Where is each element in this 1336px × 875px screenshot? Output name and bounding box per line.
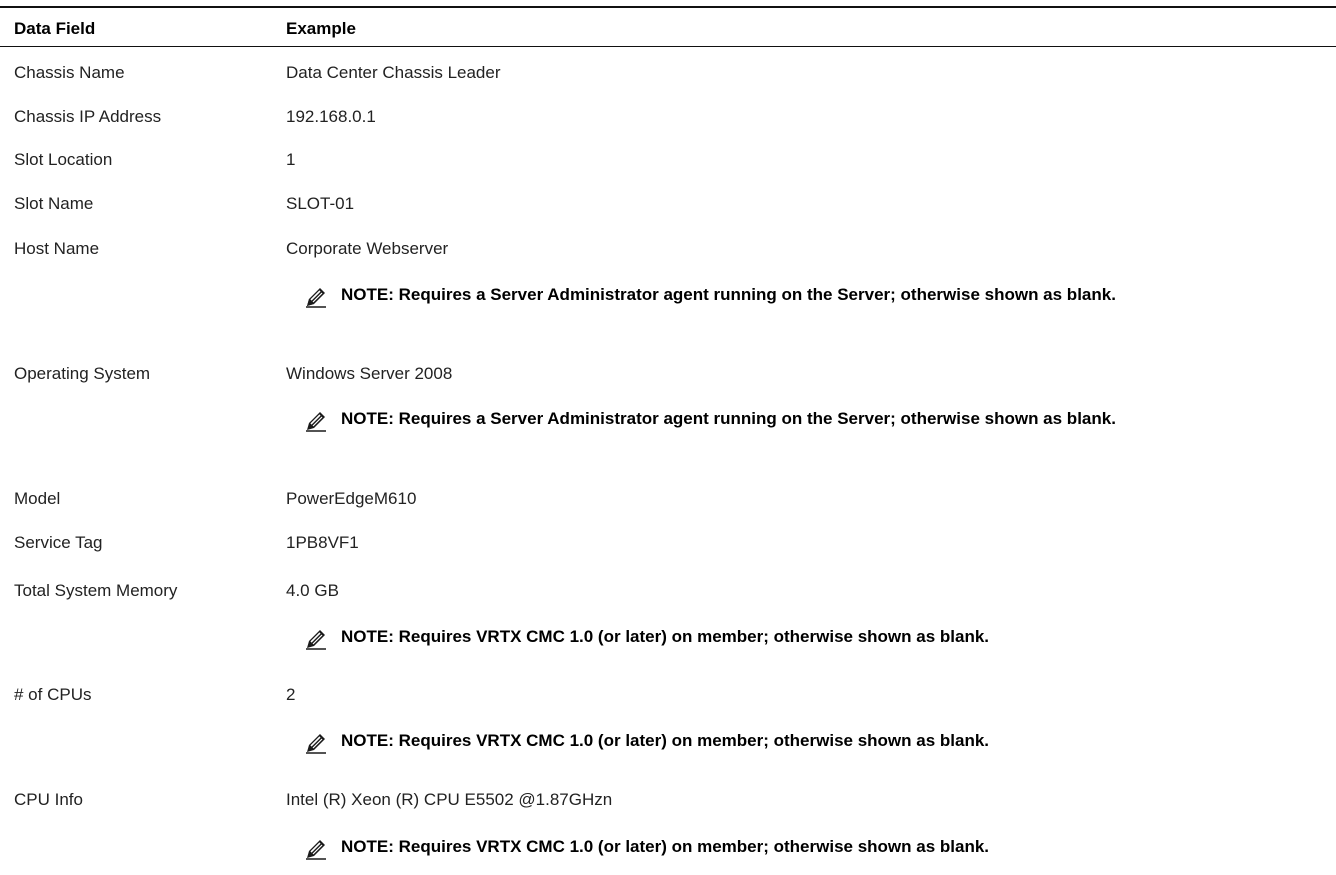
pencil-note-icon xyxy=(306,630,326,650)
field-slot-location: Slot Location xyxy=(14,150,113,169)
field-cpu-info: CPU Info xyxy=(14,790,83,809)
field-total-system-memory: Total System Memory xyxy=(14,581,178,600)
note-text-total-system-memory: NOTE: Requires VRTX CMC 1.0 (or later) o… xyxy=(341,627,990,646)
note-text-num-cpus: NOTE: Requires VRTX CMC 1.0 (or later) o… xyxy=(341,731,990,750)
note-text-cpu-info: NOTE: Requires VRTX CMC 1.0 (or later) o… xyxy=(341,837,990,856)
value-cpu-info: Intel (R) Xeon (R) CPU E5502 @1.87GHzn xyxy=(286,790,613,809)
table-top-rule xyxy=(0,6,1336,8)
field-service-tag: Service Tag xyxy=(14,533,103,552)
value-chassis-ip: 192.168.0.1 xyxy=(286,107,376,126)
header-data-field: Data Field xyxy=(14,19,96,38)
table-header-rule xyxy=(0,46,1336,47)
pencil-note-icon xyxy=(306,412,326,432)
field-slot-name: Slot Name xyxy=(14,194,94,213)
value-host-name: Corporate Webserver xyxy=(286,239,449,258)
field-chassis-ip: Chassis IP Address xyxy=(14,107,162,126)
field-operating-system: Operating System xyxy=(14,364,151,383)
value-total-system-memory: 4.0 GB xyxy=(286,581,339,600)
note-text-operating-system: NOTE: Requires a Server Administrator ag… xyxy=(341,409,1116,428)
value-slot-name: SLOT-01 xyxy=(286,194,355,213)
field-chassis-name: Chassis Name xyxy=(14,63,125,82)
pencil-note-icon xyxy=(306,288,326,308)
field-host-name: Host Name xyxy=(14,239,100,258)
pencil-note-icon xyxy=(306,840,326,860)
field-model: Model xyxy=(14,489,61,508)
header-example: Example xyxy=(286,19,356,38)
value-operating-system: Windows Server 2008 xyxy=(286,364,453,383)
pencil-note-icon xyxy=(306,734,326,754)
value-service-tag: 1PB8VF1 xyxy=(286,533,359,552)
value-slot-location: 1 xyxy=(286,150,296,169)
note-text-host-name: NOTE: Requires a Server Administrator ag… xyxy=(341,285,1116,304)
value-chassis-name: Data Center Chassis Leader xyxy=(286,63,501,82)
value-model: PowerEdgeM610 xyxy=(286,489,417,508)
value-num-cpus: 2 xyxy=(286,685,296,704)
field-num-cpus: # of CPUs xyxy=(14,685,92,704)
